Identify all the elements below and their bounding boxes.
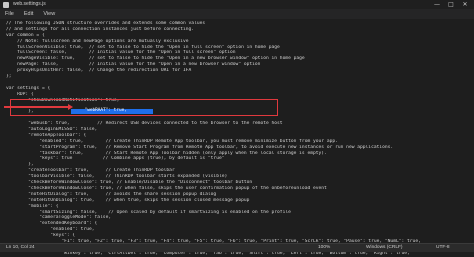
cursor-position: Ln 10, Col 24 (6, 245, 35, 250)
menu-edit[interactable]: Edit (19, 9, 38, 19)
text-editor[interactable]: // The following JSON structure override… (0, 19, 474, 256)
status-bar: Ln 10, Col 24 100% Windows (CRLF) UTF-8 (0, 243, 474, 252)
encoding: UTF-8 (436, 245, 450, 250)
code-lines: // The following JSON structure override… (6, 21, 468, 257)
menu-file[interactable]: File (0, 9, 19, 19)
maximize-icon[interactable]: □ (444, 0, 458, 9)
title-bar: web.settings.js — □ ✕ (0, 0, 474, 9)
menu-bar: File Edit View (0, 9, 474, 19)
window-title: web.settings.js (13, 1, 46, 7)
close-icon[interactable]: ✕ (458, 0, 472, 9)
minimize-icon[interactable]: — (430, 0, 444, 9)
selected-text-content: "webRAAT": true, (74, 108, 127, 113)
line-ending: Windows (CRLF) (366, 245, 403, 250)
menu-view[interactable]: View (38, 9, 60, 19)
zoom-level: 100% (318, 245, 331, 250)
selected-text[interactable]: "webRAAT": true, (71, 108, 153, 114)
notepad-app-icon (3, 1, 9, 8)
window-controls: — □ ✕ (430, 0, 472, 9)
